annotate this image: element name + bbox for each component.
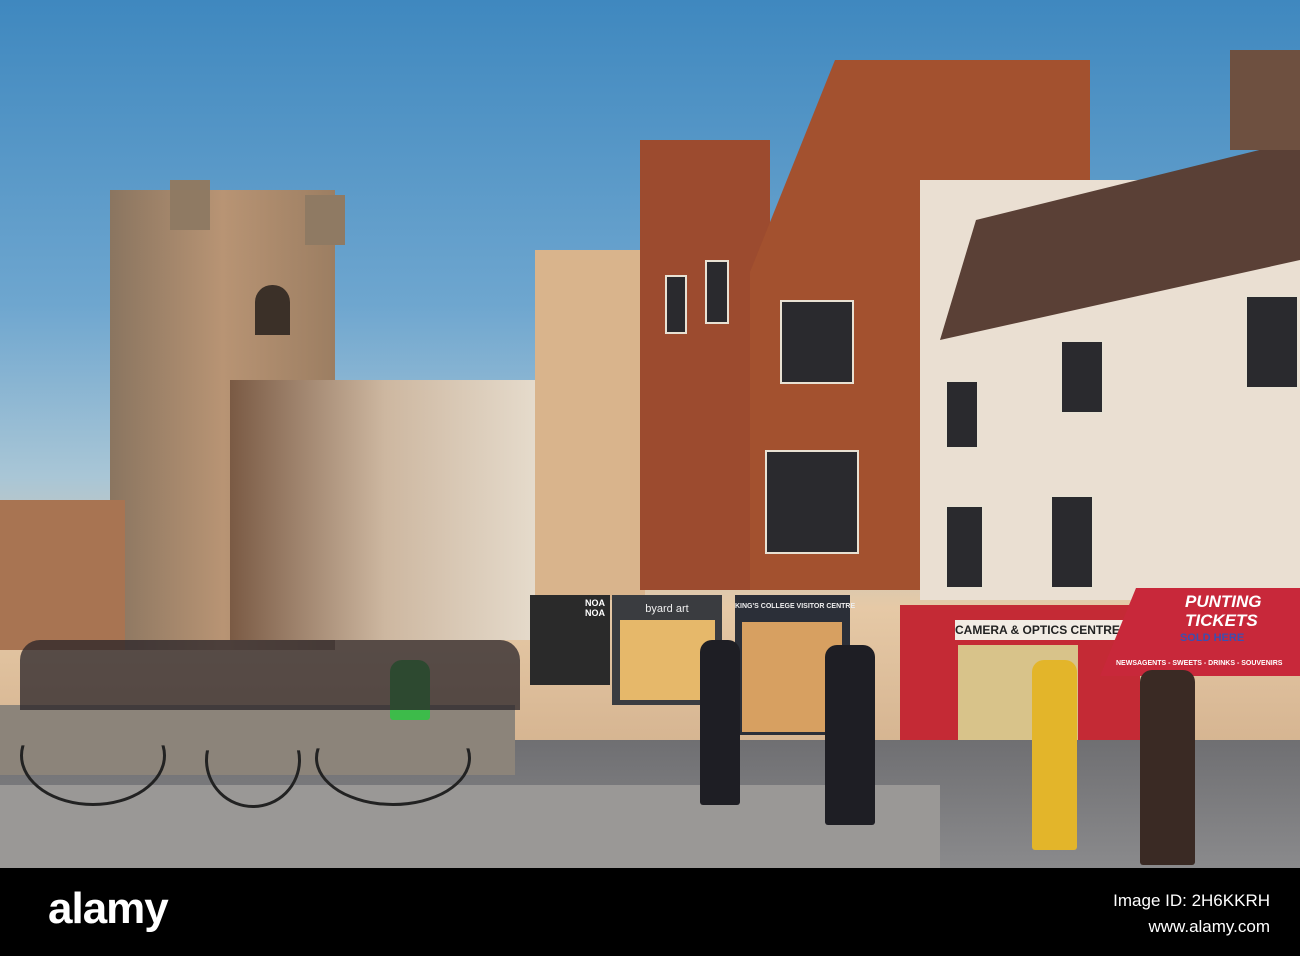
- awning-punting-line2: TICKETS: [1185, 611, 1258, 630]
- window: [945, 505, 984, 589]
- shop-sign-kings-college: KING'S COLLEGE VISITOR CENTRE: [735, 603, 856, 610]
- crowd: [20, 640, 520, 710]
- window: [1050, 495, 1094, 589]
- tower-window: [255, 285, 290, 335]
- person: [825, 645, 875, 825]
- cobblestone-area: [0, 785, 940, 868]
- building: [535, 250, 645, 600]
- image-id-block: Image ID: 2H6KKRH www.alamy.com: [1113, 888, 1270, 940]
- awning-sold-here: SOLD HERE: [1180, 632, 1245, 644]
- camera-optics-label: CAMERA & OPTICS CENTRE: [955, 623, 1120, 637]
- building: [0, 500, 125, 650]
- building-row: [230, 380, 540, 640]
- person: [700, 640, 740, 805]
- window: [1060, 340, 1104, 414]
- tower-turret: [170, 180, 210, 230]
- window: [1245, 295, 1299, 389]
- image-id: Image ID: 2H6KKRH: [1113, 891, 1270, 910]
- window: [780, 300, 854, 384]
- shop-sign-noa-noa: NOA NOA: [585, 598, 605, 618]
- shop-sign-camera-optics: CAMERA & OPTICS CENTRE 1952: [955, 620, 1154, 640]
- window: [705, 260, 729, 324]
- window: [665, 275, 687, 334]
- watermark-bar: alamy Image ID: 2H6KKRH www.alamy.com: [0, 868, 1300, 956]
- street-photo: NOA NOA byard art KING'S COLLEGE VISITOR…: [0, 0, 1300, 868]
- site-url: www.alamy.com: [1148, 917, 1270, 936]
- person: [1140, 670, 1195, 865]
- person-yellow-coat: [1032, 660, 1077, 850]
- awning-newsagents: NEWSAGENTS - SWEETS - DRINKS - SOUVENIRS: [1116, 660, 1283, 667]
- chimney: [1230, 50, 1300, 150]
- awning-punting-line1: PUNTING: [1185, 592, 1262, 611]
- window: [945, 380, 979, 449]
- alamy-logo: alamy: [48, 884, 169, 933]
- shop-sign-byard-art: byard art: [645, 603, 689, 615]
- window: [765, 450, 859, 554]
- tower-turret: [305, 195, 345, 245]
